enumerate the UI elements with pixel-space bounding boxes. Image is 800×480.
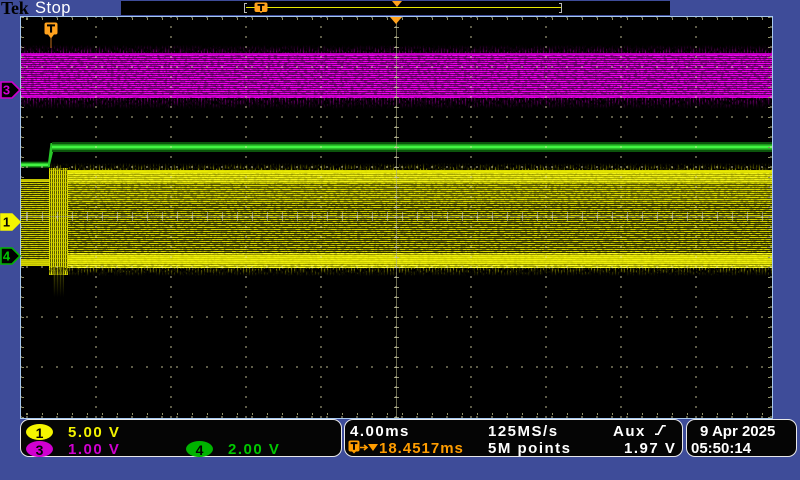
- svg-text:4: 4: [3, 249, 11, 264]
- svg-text:1: 1: [3, 215, 10, 230]
- svg-text:3: 3: [3, 83, 10, 98]
